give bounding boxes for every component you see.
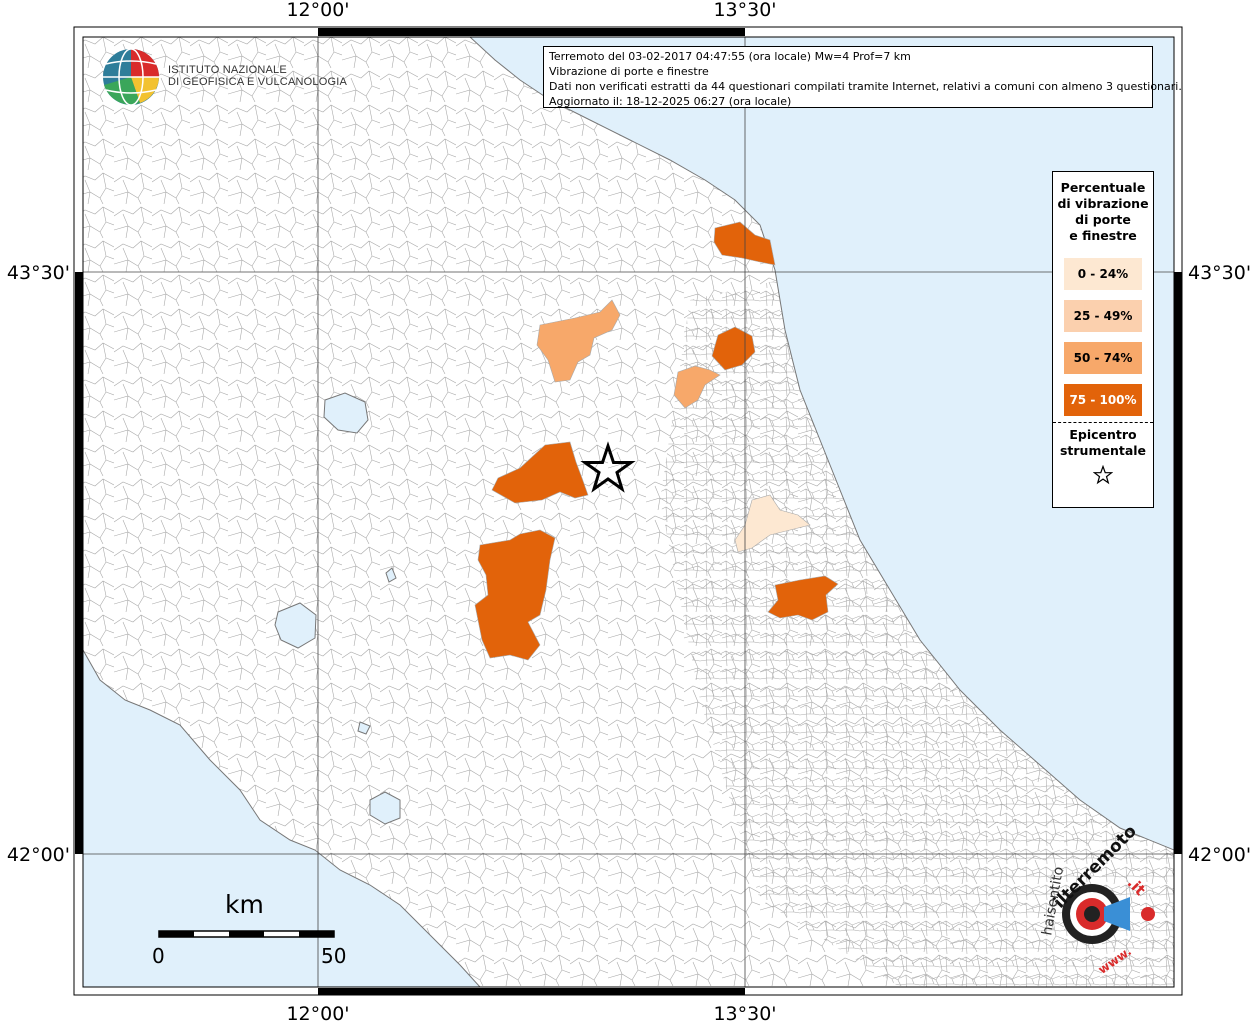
lat-label-left-2: 42°00' [7,844,70,866]
ingv-name-line1: Istituto Nazionale [168,64,287,76]
lat-label-left-1: 43°30' [7,262,70,284]
legend-item-0-24: 0 - 24% [1064,258,1142,290]
map-canvas: 12°00' 13°30' 12°00' 13°30' 43°30' 42°00… [7,0,1251,1024]
ingv-name: Istituto Nazionale di Geofisica e Vulcan… [168,64,347,88]
ingv-logo-icon [103,48,159,106]
scale-unit-label: km [225,890,264,919]
event-updated: Aggiornato il: 18-12-2025 06:27 (ora loc… [549,95,792,108]
lon-label-top-1: 12°00' [286,0,349,21]
scale-max-label: 50 [321,944,347,968]
legend-star-icon [1092,464,1114,485]
legend-item-75-100: 75 - 100% [1064,384,1142,416]
legend-item-50-74: 50 - 74% [1064,342,1142,374]
scale-bar [158,930,335,938]
lon-label-top-2: 13°30' [713,0,776,21]
event-info-box: Terremoto del 03-02-2017 04:47:55 (ora l… [543,46,1182,108]
lon-label-bottom-1: 12°00' [286,1003,349,1024]
event-data-note: Dati non verificati estratti da 44 quest… [549,80,1182,93]
legend-item-25-49: 25 - 49% [1064,300,1142,332]
legend-box: Percentuale di vibrazione di porte e fin… [1052,171,1154,508]
scale-min-label: 0 [152,944,165,968]
lat-label-right-1: 43°30' [1188,262,1251,284]
legend-epicenter-label: Epicentro strumentale [1059,427,1147,458]
legend-divider [1053,422,1153,423]
lat-label-right-2: 42°00' [1188,844,1251,866]
lon-label-bottom-2: 13°30' [713,1003,776,1024]
legend-title: Percentuale di vibrazione di porte e fin… [1057,180,1149,243]
event-subtitle: Vibrazione di porte e finestre [549,65,709,78]
ingv-name-line2: di Geofisica e Vulcanologia [168,76,347,88]
event-title: Terremoto del 03-02-2017 04:47:55 (ora l… [549,50,911,63]
